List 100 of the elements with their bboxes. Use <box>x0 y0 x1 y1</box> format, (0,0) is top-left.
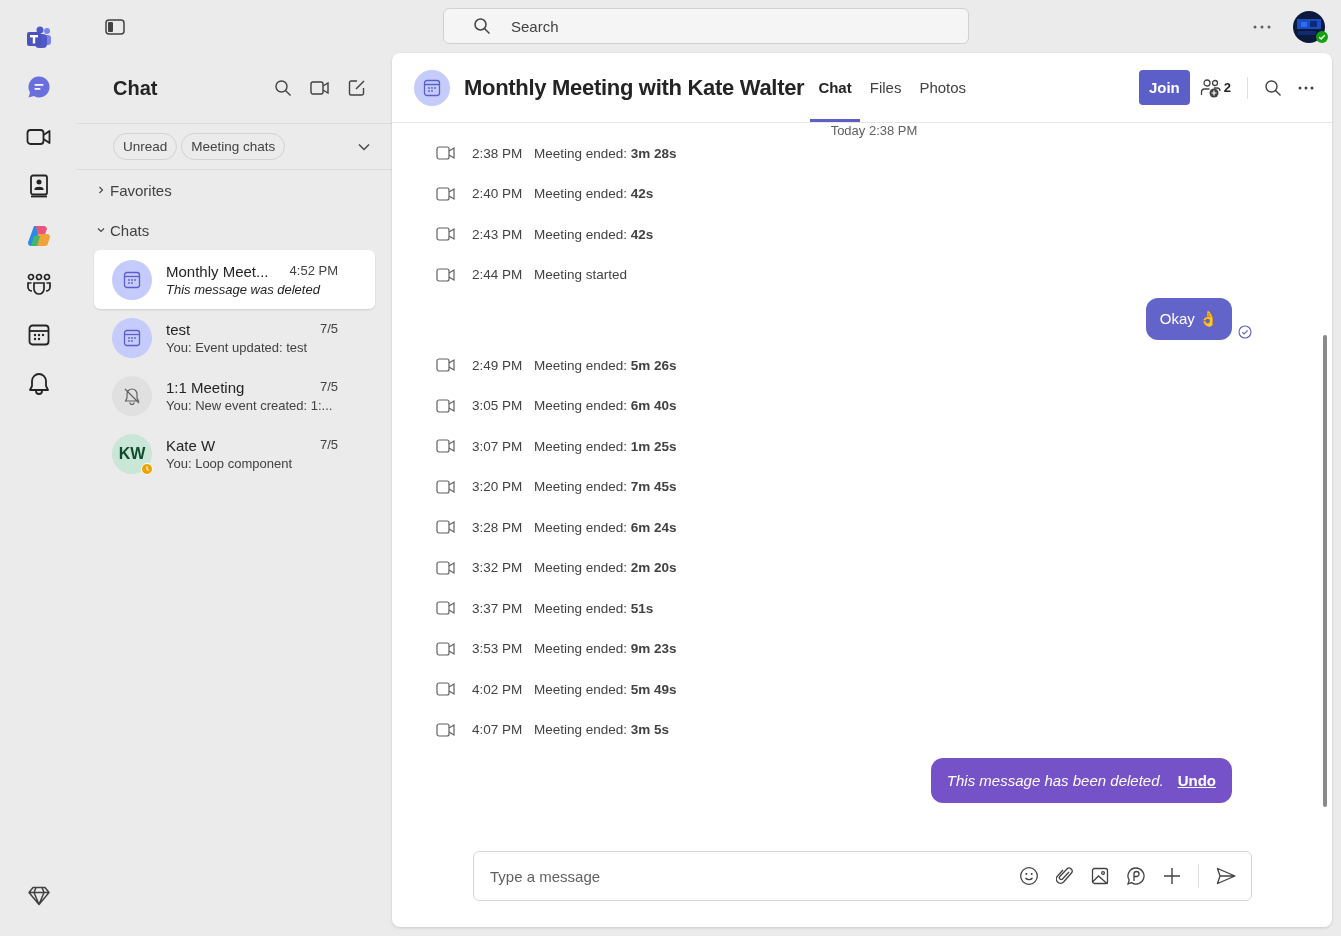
event-time: 2:43 PM <box>472 226 524 242</box>
chat-item[interactable]: KW Kate W 7/5 You: Loop component <box>94 425 375 483</box>
add-people-icon[interactable] <box>1199 77 1222 98</box>
event-time: 2:49 PM <box>472 357 524 373</box>
date-divider: Today 2:38 PM <box>830 123 918 139</box>
video-camera-icon <box>436 641 456 656</box>
video-camera-icon <box>436 439 456 454</box>
event-text: Meeting ended: 9m 23s <box>534 641 677 657</box>
app-logo-icon[interactable] <box>25 25 52 50</box>
search-icon[interactable] <box>1264 78 1282 97</box>
plus-icon[interactable] <box>1163 867 1181 885</box>
event-text: Meeting ended: 42s <box>534 186 654 202</box>
event-time: 3:07 PM <box>472 438 524 454</box>
undo-link[interactable]: Undo <box>1177 772 1216 789</box>
video-camera-icon <box>436 479 456 494</box>
chat-preview: This message was deleted <box>166 281 322 297</box>
event-text: Meeting ended: 3m 28s <box>534 145 677 161</box>
tab[interactable]: Files <box>861 53 910 122</box>
chevron-icon <box>97 226 105 234</box>
chat-name: test <box>166 321 191 338</box>
video-camera-icon <box>436 146 456 161</box>
image-icon[interactable] <box>1091 867 1109 885</box>
video-camera-icon[interactable] <box>25 126 52 147</box>
event-text: Meeting ended: 2m 20s <box>534 560 677 576</box>
event-text: Meeting started <box>534 267 628 283</box>
event-time: 2:44 PM <box>472 267 524 283</box>
chevron-down-icon[interactable] <box>358 142 370 151</box>
filter-chip[interactable]: Unread <box>113 133 178 160</box>
video-camera-icon[interactable] <box>310 80 330 96</box>
chevron-icon <box>97 186 105 194</box>
section-header[interactable]: Favorites <box>77 170 172 210</box>
search-icon[interactable] <box>274 79 292 97</box>
emoji-icon[interactable] <box>1019 866 1039 886</box>
chat-item[interactable]: Monthly Meet... 4:52 PM This message was deleted <box>94 250 375 309</box>
event-time: 4:02 PM <box>472 681 524 697</box>
message-bubble: Okay 👌 <box>1145 298 1232 340</box>
participant-count: 2 <box>1223 80 1231 95</box>
chat-item[interactable]: 1:1 Meeting 7/5 You: New event created: 1:... <box>94 367 375 425</box>
video-camera-icon <box>436 186 456 201</box>
video-camera-icon <box>436 520 456 535</box>
calendar-icon[interactable] <box>27 323 50 346</box>
event-time: 3:53 PM <box>472 641 524 657</box>
calendar-avatar <box>414 69 450 106</box>
event-time: 3:37 PM <box>472 600 524 616</box>
search-field[interactable]: Search <box>443 8 969 44</box>
video-camera-icon <box>436 682 456 697</box>
video-camera-icon <box>436 601 456 616</box>
tab[interactable]: Photos <box>911 53 975 122</box>
join-button[interactable]: Join <box>1138 70 1190 105</box>
chat-name: 1:1 Meeting <box>166 379 245 396</box>
video-camera-icon <box>436 722 456 737</box>
event-text: Meeting ended: 51s <box>534 600 654 616</box>
video-camera-icon <box>436 227 456 242</box>
event-time: 2:38 PM <box>472 145 524 161</box>
more-icon[interactable] <box>1298 85 1314 90</box>
chat-preview: You: Event updated: test <box>166 340 309 355</box>
loop-icon[interactable] <box>1126 866 1146 886</box>
calendar-avatar <box>112 318 152 358</box>
message-field[interactable]: Type a message <box>488 852 1019 900</box>
video-camera-icon <box>436 560 456 575</box>
panel-title: Chat <box>113 76 158 100</box>
paperclip-icon[interactable] <box>1056 866 1074 886</box>
chat-time: 7/5 <box>319 379 338 396</box>
event-text: Meeting ended: 5m 26s <box>534 357 677 373</box>
event-time: 3:05 PM <box>472 398 524 414</box>
tab[interactable]: Chat <box>810 53 860 122</box>
chat-time: 7/5 <box>319 437 338 454</box>
video-camera-icon <box>436 358 456 373</box>
chat-time: 7/5 <box>319 321 338 338</box>
chat-preview: You: New event created: 1:... <box>166 398 334 413</box>
chat-preview: You: Loop component <box>166 456 293 471</box>
event-text: Meeting ended: 1m 25s <box>534 438 677 454</box>
compose-icon[interactable] <box>348 79 366 97</box>
event-time: 3:20 PM <box>472 479 524 495</box>
send-icon[interactable] <box>1216 867 1236 885</box>
people-group-icon[interactable] <box>25 273 52 298</box>
video-camera-icon <box>436 398 456 413</box>
muted-bell-avatar <box>112 376 152 416</box>
chat-name: Monthly Meet... <box>166 262 269 280</box>
bell-icon[interactable] <box>27 372 50 397</box>
search-icon <box>473 17 491 35</box>
copilot-icon[interactable] <box>26 223 51 248</box>
event-text: Meeting ended: 3m 5s <box>534 722 670 738</box>
more-icon[interactable] <box>1253 24 1271 29</box>
event-time: 3:28 PM <box>472 519 524 535</box>
diamond-icon[interactable] <box>27 886 50 906</box>
message-composer[interactable]: Type a message <box>473 851 1252 901</box>
chat-icon[interactable] <box>25 75 52 100</box>
filter-chip[interactable]: Meeting chats <box>181 133 286 160</box>
deleted-notice: This message has been deleted. <box>946 772 1164 789</box>
event-text: Meeting ended: 5m 49s <box>534 681 677 697</box>
chat-item[interactable]: test 7/5 You: Event updated: test <box>94 309 375 367</box>
conversation-title: Monthly Meeting with Kate Walter <box>464 74 805 101</box>
section-header[interactable]: Chats <box>77 210 150 250</box>
initials-avatar: KW <box>112 434 152 474</box>
event-text: Meeting ended: 42s <box>534 226 654 242</box>
contact-book-icon[interactable] <box>28 174 49 199</box>
calendar-avatar <box>112 259 152 300</box>
event-text: Meeting ended: 6m 40s <box>534 398 677 414</box>
sidebar-toggle-icon[interactable] <box>105 18 125 35</box>
